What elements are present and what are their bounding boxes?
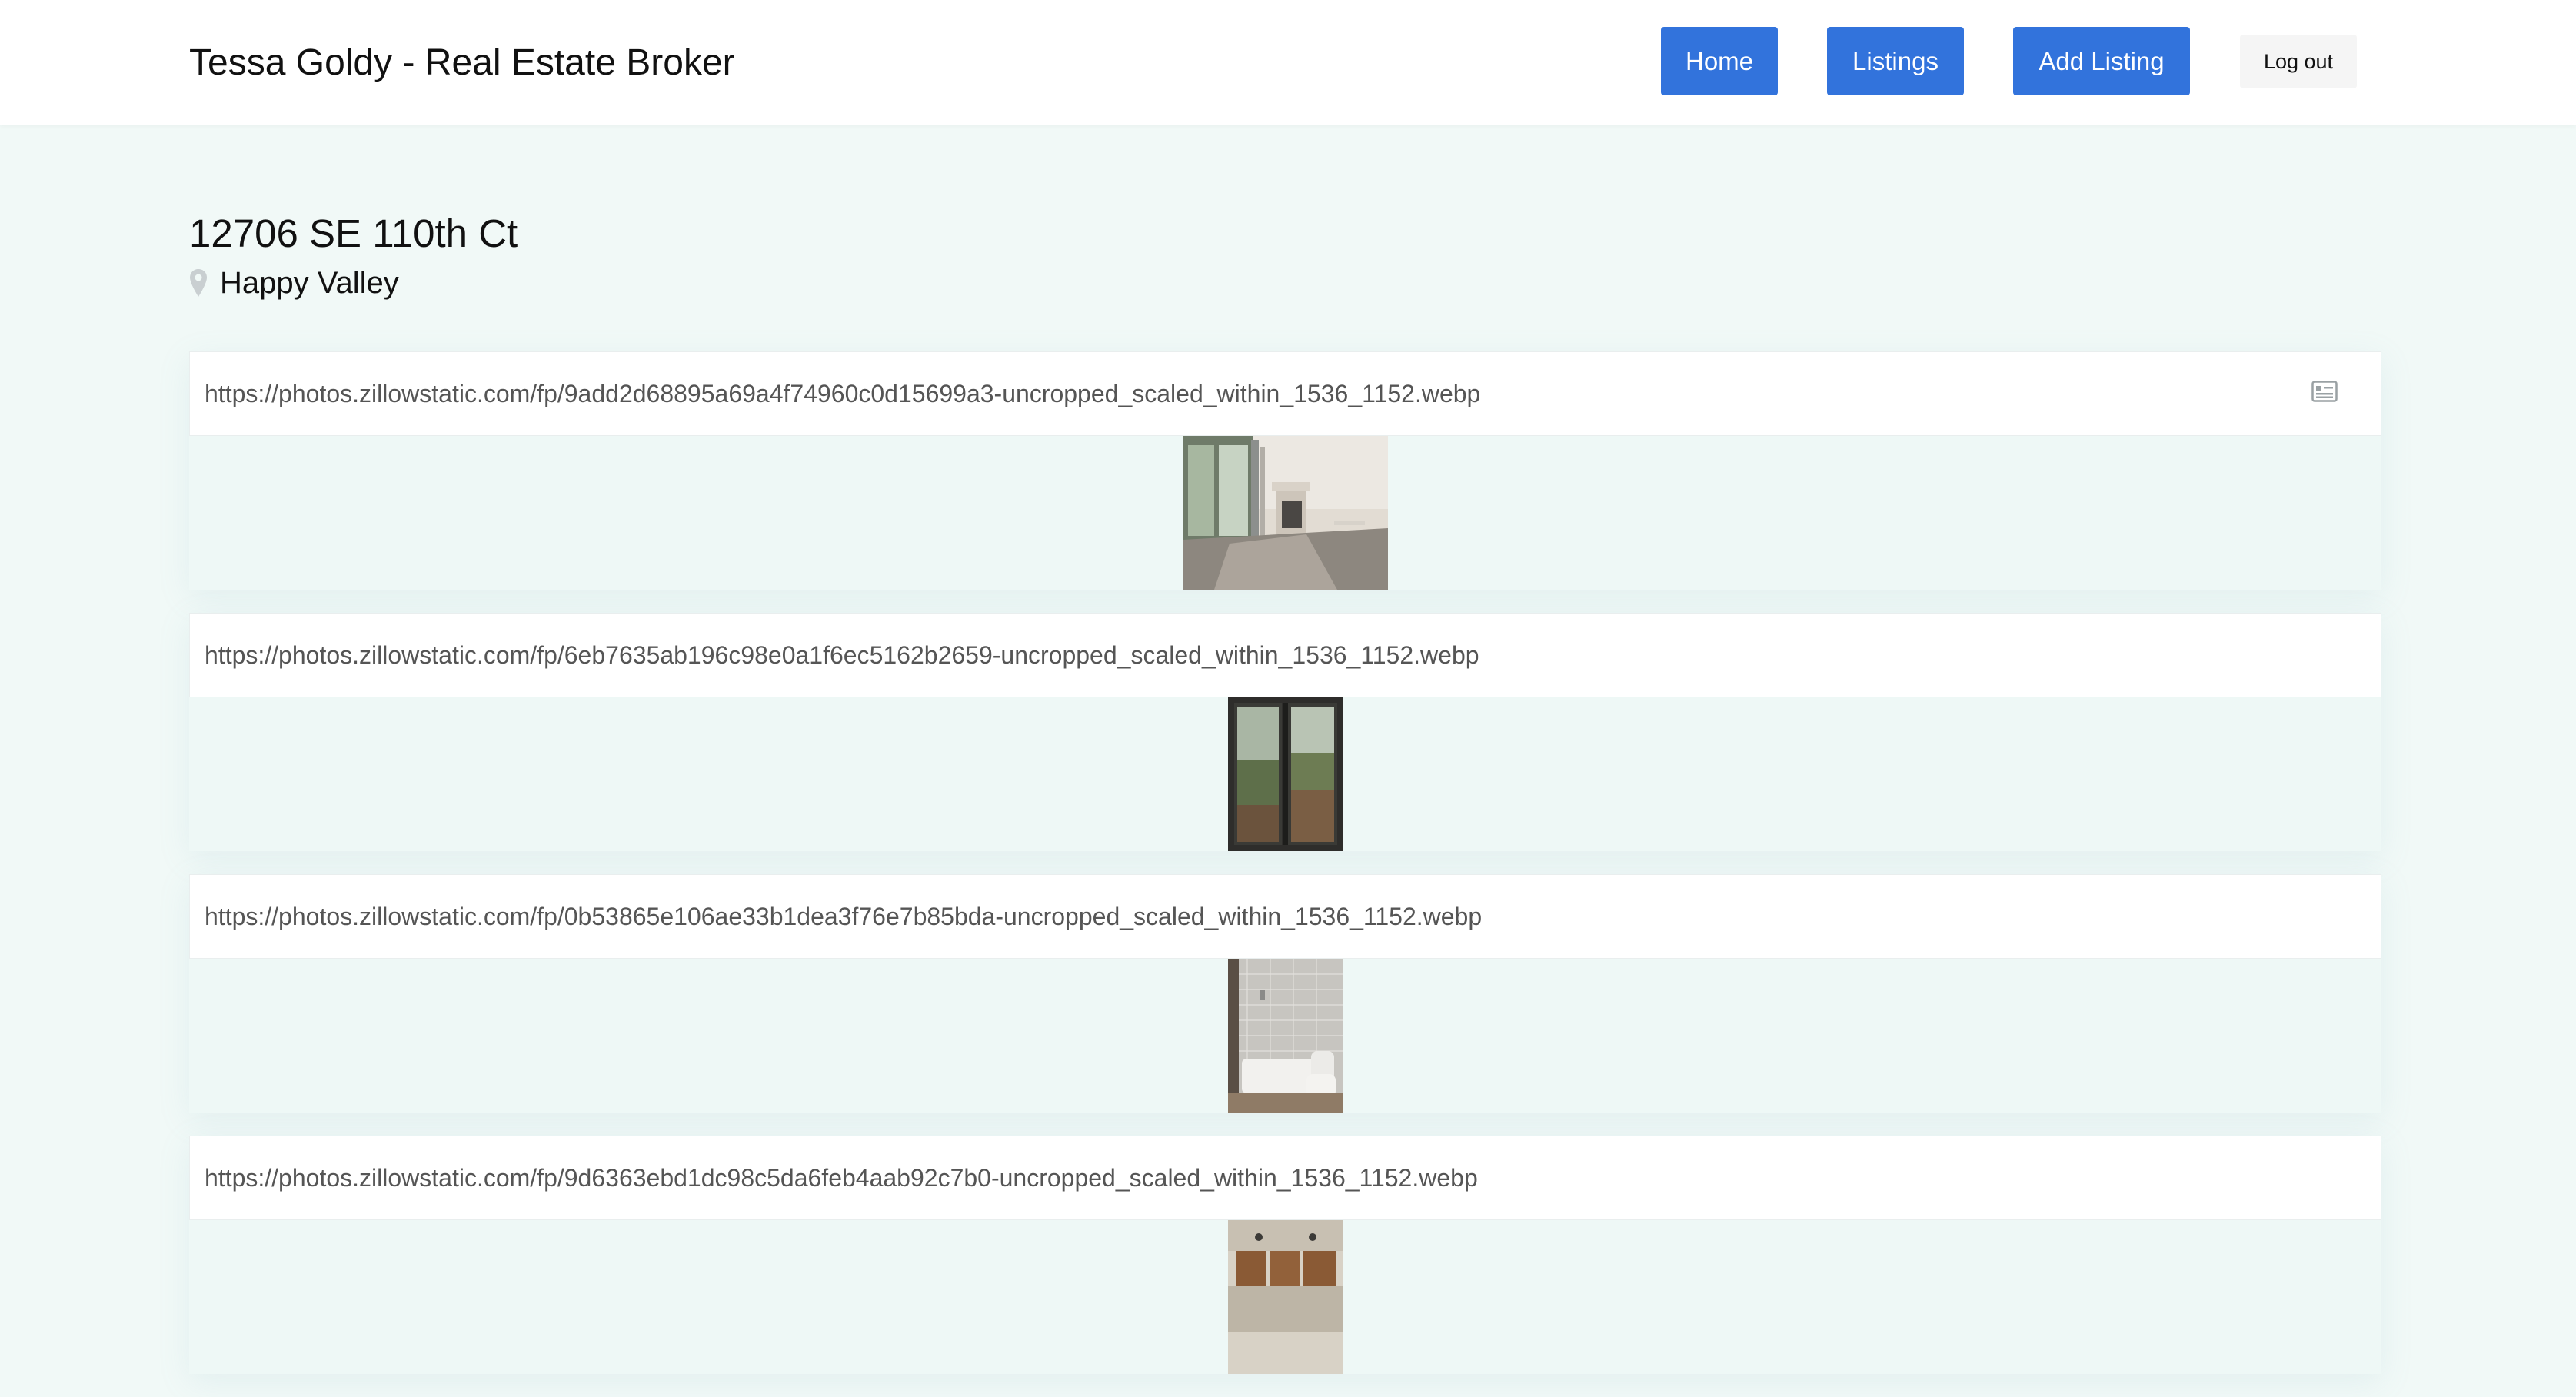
- listing-address: 12706 SE 110th Ct: [189, 211, 518, 255]
- home-button[interactable]: Home: [1661, 27, 1778, 95]
- photo-preview-area: [189, 959, 2381, 1113]
- listing-location: Happy Valley: [189, 261, 399, 304]
- living-room-photo[interactable]: [1183, 436, 1388, 590]
- photo-url-field[interactable]: https://photos.zillowstatic.com/fp/0b538…: [189, 874, 2381, 959]
- photo-card: https://photos.zillowstatic.com/fp/9d636…: [189, 1136, 2381, 1374]
- photo-preview-area: [189, 436, 2381, 590]
- photo-url-field[interactable]: https://photos.zillowstatic.com/fp/6eb76…: [189, 613, 2381, 697]
- add-listing-button[interactable]: Add Listing: [2013, 27, 2190, 95]
- photo-card: https://photos.zillowstatic.com/fp/0b538…: [189, 874, 2381, 1113]
- map-pin-icon: [190, 269, 207, 297]
- top-navbar: Tessa Goldy - Real Estate Broker Home Li…: [0, 0, 2576, 125]
- logout-button[interactable]: Log out: [2240, 35, 2357, 88]
- photo-card: https://photos.zillowstatic.com/fp/6eb76…: [189, 613, 2381, 851]
- id-card-icon[interactable]: [2311, 381, 2338, 402]
- photo-card: https://photos.zillowstatic.com/fp/9add2…: [189, 351, 2381, 590]
- kitchen-photo[interactable]: [1227, 1220, 1343, 1374]
- photo-url[interactable]: https://photos.zillowstatic.com/fp/9d636…: [205, 1164, 1478, 1192]
- photo-url[interactable]: https://photos.zillowstatic.com/fp/0b538…: [205, 903, 1482, 931]
- photo-list: https://photos.zillowstatic.com/fp/9add2…: [189, 351, 2381, 1397]
- photo-url-field[interactable]: https://photos.zillowstatic.com/fp/9d636…: [189, 1136, 2381, 1220]
- sliding-door-photo[interactable]: [1227, 697, 1343, 851]
- listings-button[interactable]: Listings: [1827, 27, 1964, 95]
- photo-url-field[interactable]: https://photos.zillowstatic.com/fp/9add2…: [189, 351, 2381, 436]
- photo-url[interactable]: https://photos.zillowstatic.com/fp/9add2…: [205, 380, 1480, 408]
- bathroom-photo[interactable]: [1227, 959, 1343, 1113]
- photo-preview-area: [189, 697, 2381, 851]
- photo-url[interactable]: https://photos.zillowstatic.com/fp/6eb76…: [205, 641, 1479, 670]
- photo-preview-area: [189, 1220, 2381, 1374]
- brand-title[interactable]: Tessa Goldy - Real Estate Broker: [189, 40, 735, 86]
- listing-city: Happy Valley: [220, 265, 399, 300]
